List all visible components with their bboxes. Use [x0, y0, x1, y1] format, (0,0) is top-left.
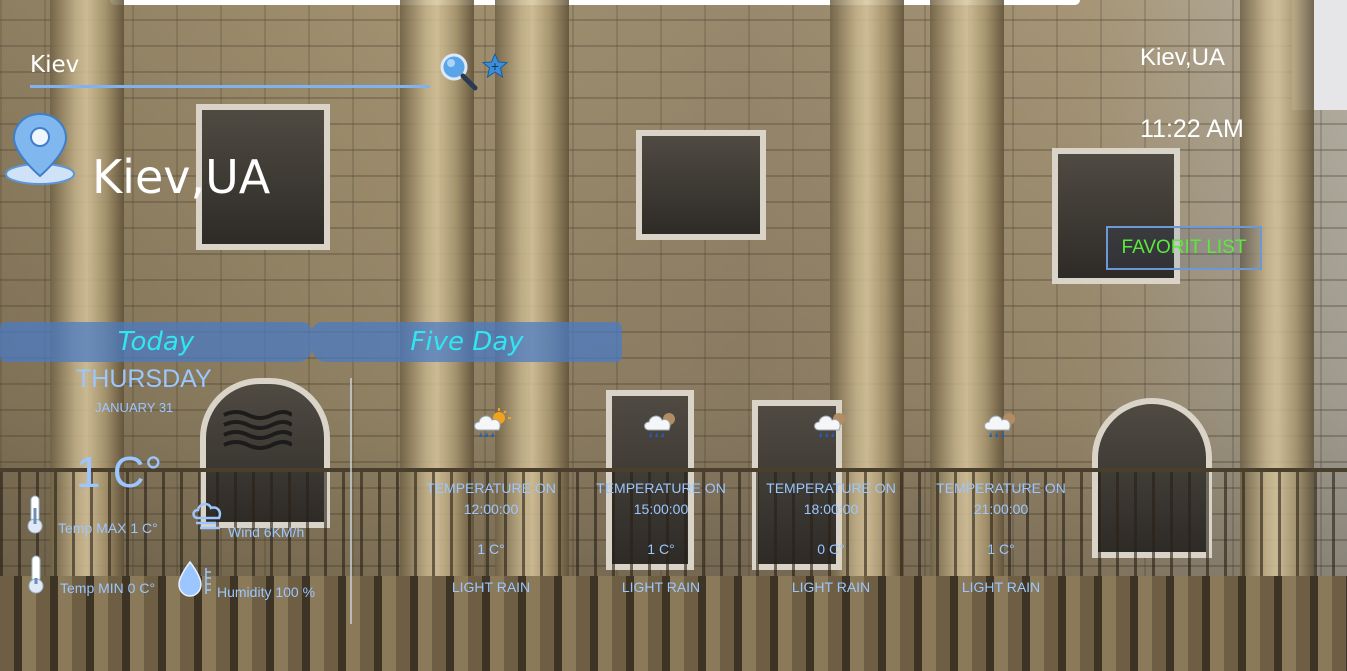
current-temperature: 1 C° — [76, 448, 163, 497]
forecast-temp: 1 C° — [987, 541, 1015, 557]
panel-divider — [350, 378, 352, 624]
city-search-input[interactable] — [30, 44, 430, 88]
forecast-temp: 0 C° — [817, 541, 845, 557]
humidity-label: Humidity 100 % — [217, 584, 316, 600]
forecast-item: TEMPERATURE ON 18:00:00 0 C° LIGHT RAIN — [756, 408, 906, 595]
rain-cloud-icon — [814, 413, 845, 437]
current-time: 11:22 AM — [1140, 115, 1244, 143]
svg-text:+: + — [490, 60, 499, 73]
forecast-desc: LIGHT RAIN — [961, 579, 1041, 595]
day-name: THURSDAY — [76, 365, 212, 393]
forecast-temp: 1 C° — [647, 541, 675, 557]
search-icon[interactable] — [438, 51, 478, 91]
wind-cloud-icon — [192, 502, 222, 530]
forecast-desc: LIGHT RAIN — [621, 579, 701, 595]
temp-min-label: Temp MIN 0 C° — [60, 580, 156, 596]
rain-cloud-icon — [984, 413, 1015, 437]
forecast-desc: LIGHT RAIN — [791, 579, 871, 595]
wind-label: Wind 6KM/h — [228, 524, 305, 540]
forecast-temp: 1 C° — [477, 541, 505, 557]
temp-max-label: Temp MAX 1 C° — [58, 520, 158, 536]
view-tabs: Today Five Day — [0, 322, 622, 362]
location-pin-icon — [5, 112, 75, 185]
rain-cloud-icon — [644, 413, 675, 437]
rain-sun-icon — [474, 408, 511, 437]
add-favorite-star-icon[interactable]: + — [481, 52, 509, 80]
fog-icon — [223, 410, 292, 450]
tab-today[interactable]: Today — [0, 322, 312, 362]
thermometer-min-icon — [28, 555, 44, 594]
favorite-list-button[interactable]: FAVORIT LIST — [1106, 226, 1262, 270]
search-bar — [30, 44, 480, 92]
date-label: JANUARY 31 — [95, 400, 174, 415]
tab-five-day[interactable]: Five Day — [312, 322, 622, 362]
forecast-item: TEMPERATURE ON 12:00:00 1 C° LIGHT RAIN — [416, 408, 566, 595]
humidity-drop-icon — [178, 560, 211, 597]
thermometer-max-icon — [27, 495, 43, 534]
header-city: Kiev,UA — [1140, 44, 1225, 71]
forecast-item: TEMPERATURE ON 21:00:00 1 C° LIGHT RAIN — [926, 408, 1076, 595]
forecast-desc: LIGHT RAIN — [451, 579, 531, 595]
forecast-item: TEMPERATURE ON 15:00:00 1 C° LIGHT RAIN — [586, 408, 736, 595]
current-city-title: Kiev,UA — [92, 150, 271, 204]
